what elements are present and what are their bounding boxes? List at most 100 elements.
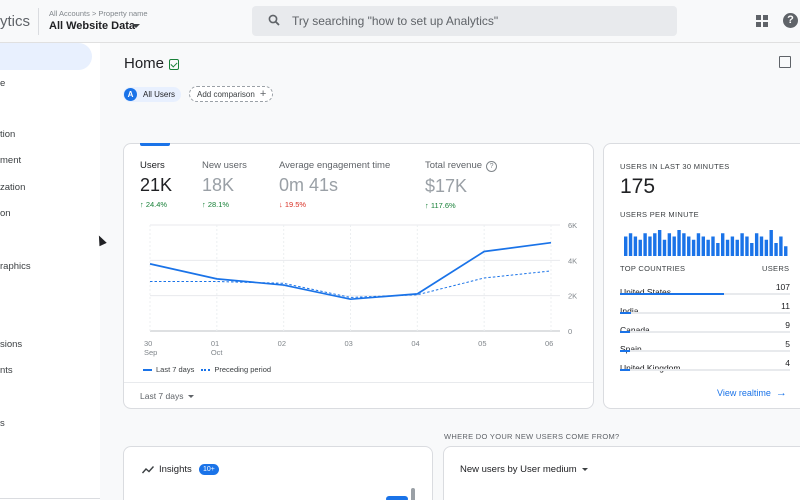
minute-bar (691, 239, 696, 256)
sidebar: e tion ment zation on raphics sions nts … (0, 43, 100, 500)
chevron-down-icon (581, 468, 588, 471)
apps-grid-icon[interactable] (756, 15, 768, 27)
insights-count-badge: 10+ (199, 464, 219, 475)
add-comparison-button[interactable]: Add comparison + (189, 86, 274, 102)
x-tick-label: 30 (144, 339, 152, 348)
x-tick-label: 01 (211, 339, 219, 348)
minute-bar (677, 230, 681, 256)
x-tick-label: 04 (411, 339, 419, 348)
account-breadcrumb: All Accounts > Property name (49, 9, 148, 18)
user-medium-dropdown[interactable]: New users by User medium (460, 464, 588, 475)
date-range-label: Last 7 days (140, 391, 184, 401)
minute-bar (730, 236, 735, 256)
view-realtime-label: View realtime (717, 388, 771, 398)
users-per-minute-label: USERS PER MINUTE (620, 210, 699, 219)
minute-bar (633, 236, 638, 256)
segment-chip[interactable]: A All Users (123, 87, 182, 102)
minute-bar (653, 233, 657, 256)
country-bar (620, 312, 631, 314)
insights-card: Insights 10+ (123, 446, 433, 500)
minute-bar (774, 243, 778, 256)
minute-bar (657, 230, 662, 256)
minute-bar (672, 236, 676, 256)
sidebar-item-retention[interactable]: on (0, 208, 11, 219)
minute-bar (667, 233, 672, 256)
country-bar (620, 369, 630, 371)
country-row[interactable]: United Kingdom 4 (620, 358, 790, 377)
search-icon (268, 14, 280, 26)
property-selector[interactable]: All Website Data (49, 20, 135, 32)
realtime-users-value: 175 (620, 175, 656, 198)
country-users: 4 (785, 358, 790, 368)
minute-bar (779, 236, 783, 256)
legend-series-previous: Preceding period (214, 365, 272, 374)
minute-bar (648, 236, 652, 256)
realtime-card: USERS IN LAST 30 MINUTES 175 USERS PER M… (603, 143, 800, 409)
insights-title: Insights (159, 464, 192, 475)
minute-bar (740, 233, 744, 256)
country-row[interactable]: United States 107 (620, 282, 790, 301)
chart-legend: Last 7 days Preceding period (143, 365, 271, 374)
country-name: Canada (620, 325, 650, 335)
minute-bar (725, 239, 730, 256)
minute-bar (759, 236, 764, 256)
minute-bar (784, 246, 788, 256)
sidebar-item-acquisition[interactable]: tion (0, 129, 15, 140)
minute-bar (643, 233, 647, 256)
y-tick-label: 2K (568, 292, 577, 301)
minute-bar (628, 233, 633, 256)
x-tick-sublabel: Oct (211, 348, 224, 357)
realtime-title: USERS IN LAST 30 MINUTES (620, 162, 730, 171)
y-tick-label: 6K (568, 221, 577, 230)
sidebar-item-other[interactable]: s (0, 418, 5, 429)
chevron-down-icon (188, 394, 195, 398)
insights-trend-icon (142, 466, 154, 474)
sidebar-item-events[interactable]: nts (0, 365, 13, 376)
country-bar-track (620, 369, 790, 371)
search-bar[interactable] (252, 6, 677, 36)
header-divider (38, 8, 39, 35)
minute-bar (624, 236, 628, 256)
top-countries-header: TOP COUNTRIES (620, 264, 686, 273)
overview-card: Users 21K ↑ 24.4% New users 18K ↑ 28.1% … (123, 143, 594, 409)
date-range-selector[interactable]: Last 7 days (140, 391, 195, 401)
view-realtime-link[interactable]: View realtime → (717, 387, 787, 399)
plus-icon: + (259, 88, 267, 100)
page-title: Home (124, 55, 165, 72)
card-divider (124, 382, 593, 383)
country-name: India (620, 306, 639, 316)
sidebar-item-monetization[interactable]: zation (0, 182, 25, 193)
edit-icon[interactable] (779, 56, 791, 68)
x-tick-label: 02 (278, 339, 286, 348)
country-row[interactable]: Canada 9 (620, 320, 790, 339)
minute-bar (687, 236, 691, 256)
arrow-right-icon: → (775, 387, 787, 399)
minute-bar (711, 236, 715, 256)
new-users-medium-card: New users by User medium (443, 446, 800, 500)
country-users: 11 (781, 301, 790, 311)
x-tick-label: 06 (545, 339, 553, 348)
country-row[interactable]: Spain 5 (620, 339, 790, 358)
minute-bar (735, 239, 739, 256)
country-bar (620, 331, 630, 333)
minute-bar (696, 233, 701, 256)
x-tick-label: 03 (345, 339, 353, 348)
product-name: ytics (0, 13, 30, 30)
chevron-down-icon[interactable] (132, 24, 140, 28)
segment-label: All Users (143, 90, 176, 99)
help-icon[interactable]: ? (783, 13, 798, 28)
minute-bar (721, 233, 725, 256)
sidebar-item-demographics[interactable]: raphics (0, 261, 31, 272)
x-tick-sublabel: Sep (144, 348, 157, 357)
sidebar-item-engagement[interactable]: ment (0, 155, 21, 166)
minute-bar (638, 239, 642, 256)
country-row[interactable]: India 11 (620, 301, 790, 320)
minute-bar (682, 233, 686, 256)
scrollbar[interactable] (411, 488, 415, 500)
country-name: Spain (620, 344, 642, 354)
legend-solid-swatch (143, 368, 152, 371)
country-name: United Kingdom (620, 363, 681, 373)
sidebar-item-home[interactable]: e (0, 78, 5, 89)
sidebar-item-conversions[interactable]: sions (0, 339, 22, 350)
search-input[interactable] (292, 6, 662, 36)
